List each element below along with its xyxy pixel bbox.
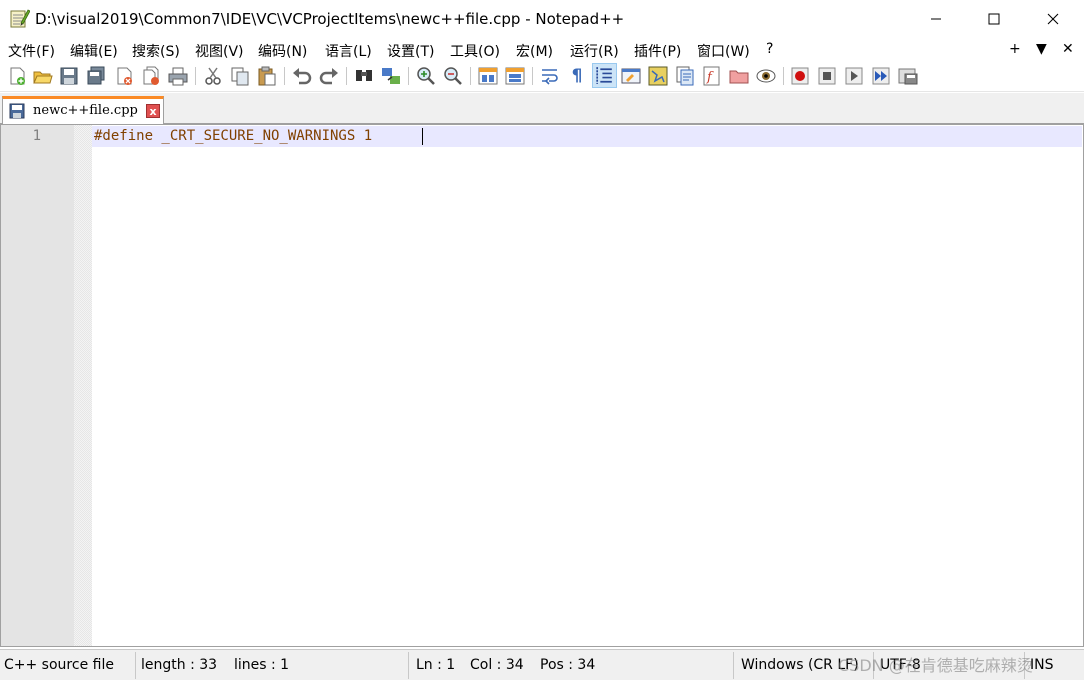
menu-run[interactable]: 运行(R) [570, 41, 619, 61]
word-wrap-icon[interactable] [539, 65, 561, 87]
fold-margin[interactable] [74, 125, 92, 646]
status-bar: C++ source file length : 33 lines : 1 Ln… [0, 649, 1084, 680]
close-window-button[interactable] [1024, 0, 1082, 38]
saved-file-icon [9, 103, 25, 119]
copy-icon[interactable] [229, 65, 251, 87]
status-divider [733, 652, 734, 679]
menu-window[interactable]: 窗口(W) [697, 41, 750, 61]
window-title: D:\visual2019\Common7\IDE\VC\VCProjectIt… [35, 10, 625, 28]
menu-help[interactable]: ? [766, 41, 773, 57]
menu-settings[interactable]: 设置(T) [387, 41, 434, 61]
play-macro-icon[interactable] [843, 65, 865, 87]
stop-macro-icon[interactable] [816, 65, 838, 87]
save-macro-icon[interactable] [897, 65, 919, 87]
close-file-icon[interactable] [113, 65, 135, 87]
tab-label: newc++file.cpp [33, 103, 138, 118]
menu-encoding[interactable]: 编码(N) [258, 41, 307, 61]
line-number: 1 [32, 128, 41, 144]
show-all-chars-icon[interactable]: ¶ [566, 65, 588, 87]
maximize-icon [988, 13, 1000, 25]
replace-icon[interactable] [380, 65, 402, 87]
menu-tools[interactable]: 工具(O) [450, 41, 500, 61]
status-column: Col : 34 [470, 657, 524, 673]
zoom-out-icon[interactable] [442, 65, 464, 87]
menu-edit[interactable]: 编辑(E) [70, 41, 118, 61]
notepad-plus-plus-icon [10, 9, 30, 28]
title-bar: D:\visual2019\Common7\IDE\VC\VCProjectIt… [0, 0, 1084, 38]
menu-file[interactable]: 文件(F) [8, 41, 55, 61]
new-file-icon[interactable] [6, 65, 28, 87]
open-file-icon[interactable] [31, 65, 53, 87]
status-file-type: C++ source file [4, 657, 114, 673]
status-length: length : 33 [141, 657, 218, 673]
status-divider [408, 652, 409, 679]
save-icon[interactable] [58, 65, 80, 87]
menu-plugins[interactable]: 插件(P) [634, 41, 681, 61]
status-position: Pos : 34 [540, 657, 596, 673]
maximize-button[interactable] [965, 0, 1023, 38]
tab-bar: newc++file.cpp x [0, 93, 1084, 124]
monitoring-icon[interactable] [755, 65, 777, 87]
sync-vertical-icon[interactable] [477, 65, 499, 87]
menu-view[interactable]: 视图(V) [195, 41, 244, 61]
status-insert-mode[interactable]: INS [1030, 650, 1054, 680]
save-all-icon[interactable] [85, 65, 107, 87]
toolbar-separator [195, 67, 196, 85]
udl-icon[interactable] [620, 65, 642, 87]
tab-list-button[interactable]: ▼ [1036, 41, 1047, 57]
find-icon[interactable] [353, 65, 375, 87]
toolbar-separator [346, 67, 347, 85]
indent-guide-button[interactable] [592, 63, 617, 88]
code-line[interactable]: #define _CRT_SECURE_NO_WARNINGS 1 [94, 128, 372, 144]
doc-map-icon[interactable] [647, 65, 669, 87]
close-icon [1047, 13, 1059, 25]
toolbar-separator [783, 67, 784, 85]
doc-list-icon[interactable] [674, 65, 696, 87]
close-all-icon[interactable] [140, 65, 162, 87]
redo-icon[interactable] [318, 65, 340, 87]
run-macro-multiple-icon[interactable] [870, 65, 892, 87]
editor[interactable]: 1 #define _CRT_SECURE_NO_WARNINGS 1 [0, 124, 1084, 647]
new-tab-button[interactable]: + [1009, 41, 1021, 57]
close-tab-button[interactable]: ✕ [1062, 41, 1074, 57]
minimize-icon [931, 18, 941, 20]
menu-search[interactable]: 搜索(S) [132, 41, 180, 61]
toolbar-separator [408, 67, 409, 85]
undo-icon[interactable] [291, 65, 313, 87]
menu-bar: 文件(F) 编辑(E) 搜索(S) 视图(V) 编码(N) 语言(L) 设置(T… [0, 38, 1084, 62]
folder-workspace-icon[interactable] [728, 65, 750, 87]
tab-close-button[interactable]: x [146, 104, 160, 118]
sync-horizontal-icon[interactable] [504, 65, 526, 87]
toolbar-separator [470, 67, 471, 85]
function-list-icon[interactable]: f [701, 65, 723, 87]
minimize-button[interactable] [907, 0, 965, 38]
indent-guide-icon [596, 67, 612, 84]
toolbar-separator [284, 67, 285, 85]
status-lines: lines : 1 [234, 657, 290, 673]
status-divider [135, 652, 136, 679]
tab-newcppfile[interactable]: newc++file.cpp x [2, 96, 164, 124]
paste-icon[interactable] [256, 65, 278, 87]
line-number-gutter: 1 [1, 125, 74, 646]
text-caret [422, 128, 423, 145]
menu-language[interactable]: 语言(L) [325, 41, 372, 61]
cut-icon[interactable] [202, 65, 224, 87]
toolbar-separator [532, 67, 533, 85]
zoom-in-icon[interactable] [415, 65, 437, 87]
status-line: Ln : 1 [416, 657, 456, 673]
menu-macro[interactable]: 宏(M) [516, 41, 553, 61]
watermark: CSDN @在肯德基吃麻辣烫 [838, 656, 1033, 675]
toolbar: ¶ f [0, 62, 1084, 92]
record-macro-icon[interactable] [789, 65, 811, 87]
print-icon[interactable] [167, 65, 189, 87]
